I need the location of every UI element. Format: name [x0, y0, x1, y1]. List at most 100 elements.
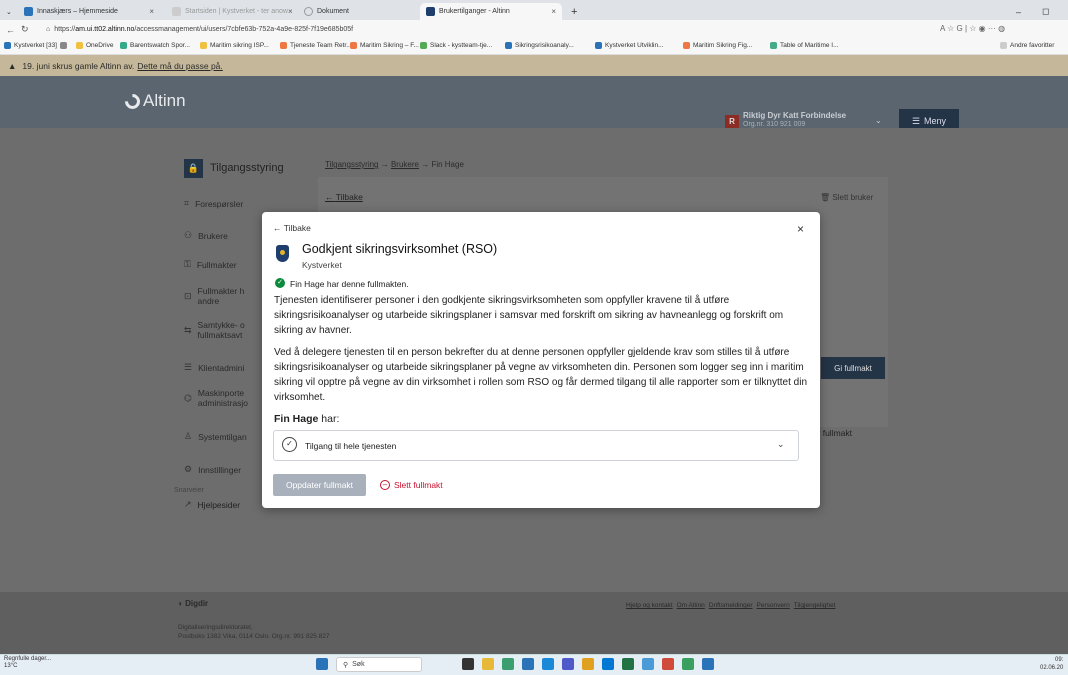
grant-button-secondary[interactable]: t fullmakt [818, 428, 852, 438]
teams-icon[interactable] [562, 658, 574, 670]
favorites-star-icon[interactable]: A ☆ G | ☆ ◉ ··· ◍ [940, 24, 1005, 33]
bookmark-label: Maritim Sikring – F... [360, 42, 419, 49]
url-field[interactable]: ⌂ https://am.ui.tt02.altinn.no/accessmana… [46, 23, 666, 36]
bookmark-item[interactable]: Kystverket Utviklin... [595, 42, 664, 49]
chrome-icon[interactable] [582, 658, 594, 670]
edge-icon[interactable] [502, 658, 514, 670]
footer-address: Digitaliseringsdirektoratet, Postboks 138… [178, 623, 330, 641]
bookmark-item[interactable]: Slack - kystteam-tje... [420, 42, 492, 49]
tab-actions-icon[interactable]: ⌄ [0, 3, 12, 20]
bookmark-item[interactable]: OneDrive [76, 42, 113, 49]
bookmark-item[interactable] [60, 42, 70, 49]
app-icon[interactable] [702, 658, 714, 670]
org-name[interactable]: Riktig Dyr Katt Forbindelse [743, 111, 846, 120]
warning-link[interactable]: Dette må du passe på. [137, 61, 223, 71]
system-clock[interactable]: 09: 02.06.20 [1040, 656, 1063, 672]
sidebar-item-systemtilgang[interactable]: ♙ Systemtilgan [184, 431, 247, 442]
tab-startsiden[interactable]: Startsiden | Kystverket - ter anow × [166, 3, 296, 20]
close-icon[interactable]: × [149, 7, 154, 16]
taskbar-search[interactable]: ⚲ Søk [336, 657, 422, 672]
start-icon[interactable] [316, 658, 328, 670]
bookmark-item[interactable]: Tjeneste Team Retr... [280, 42, 352, 49]
footer-link[interactable]: Om Altinn [677, 602, 705, 609]
breadcrumb-current: Fin Hage [431, 160, 464, 169]
address-bar: ← ↻ ⌂ https://am.ui.tt02.altinn.no/access… [0, 20, 1068, 39]
modal-has-name: Fin Hage [274, 413, 319, 425]
modal-title: Godkjent sikringsvirksomhet (RSO) [302, 242, 498, 256]
sidebar-item-foresporsler[interactable]: ⌗ Forespørsler [184, 198, 243, 209]
outlook-icon[interactable] [602, 658, 614, 670]
excel-icon[interactable] [622, 658, 634, 670]
footer-link[interactable]: Tilgjengelighet [794, 602, 836, 609]
bookmark-label: Kystverket [33] [14, 42, 57, 49]
weather-widget[interactable]: Regnfulle dager... 13°C [4, 656, 51, 670]
tab-innaskjaers[interactable]: Innaskjærs – Hjemmeside × [18, 3, 160, 20]
footer-link[interactable]: Hjelp og kontakt [626, 602, 673, 609]
clock-time: 09: [1055, 657, 1064, 663]
sidebar-title: 🔒 Tilgangsstyring [184, 156, 284, 180]
sidebar-item-innstillinger[interactable]: ⚙ Innstillinger [184, 464, 241, 475]
tab-dokument[interactable]: Dokument [298, 3, 418, 20]
update-delegation-button[interactable]: Oppdater fullmakt [273, 474, 366, 496]
chevron-down-icon[interactable]: ⌄ [875, 116, 882, 125]
altinn-logo[interactable]: Altinn [121, 90, 186, 112]
sidebar-item-fullmakter-andre[interactable]: ⊡ Fullmakter h andre [184, 286, 262, 306]
sidebar-item-klientadmin[interactable]: ☰ Klientadmini [184, 362, 244, 373]
app-icon[interactable] [682, 658, 694, 670]
org-avatar: R [725, 115, 739, 129]
users-icon: ⚇ [184, 230, 193, 240]
shortcuts-heading: Snarveier [174, 487, 204, 494]
restore-icon[interactable]: ◻ [1036, 3, 1055, 20]
delete-delegation-button[interactable]: – Slett fullmakt [380, 480, 443, 490]
close-icon[interactable]: × [551, 7, 556, 16]
modal-back-button[interactable]: ← Tilbake [273, 223, 311, 233]
minimize-icon[interactable]: – [1010, 3, 1027, 20]
breadcrumb-link[interactable]: Tilgangsstyring [325, 160, 379, 169]
trash-icon: 🗑 [820, 193, 831, 202]
sidebar-item-brukere[interactable]: ⚇ Brukere [184, 230, 228, 241]
modal-back-label: Tilbake [283, 223, 311, 233]
bookmark-item[interactable]: Table of Maritime I... [770, 42, 839, 49]
bookmark-item[interactable]: Maritim Sikring Fig... [683, 42, 752, 49]
sidebar-item-fullmakter[interactable]: ⚿ Fullmakter [184, 259, 237, 270]
modal-description: Tjenesten identifiserer personer i den g… [274, 295, 784, 336]
app-icon[interactable] [542, 658, 554, 670]
sidebar-item-label: Samtykke- o fullmaktsavt [197, 320, 245, 340]
sidebar-item-samtykke[interactable]: ⇆ Samtykke- o fullmaktsavt [184, 320, 262, 340]
grant-button[interactable]: Gi fullmakt [821, 357, 885, 379]
close-icon[interactable]: × [288, 7, 293, 16]
task-view-icon[interactable] [462, 658, 474, 670]
clock-date: 02.06.20 [1040, 665, 1064, 671]
bookmark-item[interactable]: Barentswatch Spor... [120, 42, 190, 49]
sidebar-item-hjelpesider[interactable]: ↗ Hjelpesider [184, 499, 240, 510]
page-icon [172, 7, 181, 16]
sidebar-item-label: Fullmakter [196, 259, 237, 270]
delete-user-button[interactable]: 🗑 Slett bruker [820, 193, 873, 202]
bookmark-item[interactable]: Sikringsrisikoanaly... [505, 42, 574, 49]
bookmark-item[interactable]: Kystverket [33] [4, 42, 57, 49]
footer-link[interactable]: Driftsmeldinger [709, 602, 753, 609]
app-icon[interactable] [662, 658, 674, 670]
app-icon[interactable] [522, 658, 534, 670]
url-prefix: https:// [54, 26, 76, 33]
bookmark-item[interactable]: Maritim sikring ISP... [200, 42, 269, 49]
sidebar-item-maskinporten[interactable]: ⌬ Maskinporte administrasjo [184, 388, 262, 408]
bookmark-folder[interactable]: Andre favoritter [1000, 42, 1054, 49]
network-icon: ⌬ [184, 393, 192, 403]
file-explorer-icon[interactable] [482, 658, 494, 670]
system-icon: ♙ [184, 431, 193, 441]
new-tab-button[interactable]: + [565, 3, 583, 20]
search-label: Søk [352, 661, 365, 668]
footer-link[interactable]: Personvern [757, 602, 790, 609]
bookmark-label: Andre favoritter [1010, 42, 1055, 49]
chevron-down-icon[interactable]: ⌄ [777, 439, 785, 450]
tab-brukertilganger[interactable]: Brukertilganger - Altinn × [420, 3, 562, 20]
app-icon[interactable] [642, 658, 654, 670]
refresh-icon[interactable]: ↻ [21, 24, 29, 35]
back-link[interactable]: ← Tilbake [325, 192, 363, 202]
back-arrow-icon[interactable]: ← [6, 25, 15, 35]
sidebar-item-label: Brukere [198, 230, 228, 241]
breadcrumb-link[interactable]: Brukere [391, 160, 419, 169]
bookmark-item[interactable]: Maritim Sikring – F... [350, 42, 419, 49]
close-icon[interactable]: × [797, 222, 804, 236]
